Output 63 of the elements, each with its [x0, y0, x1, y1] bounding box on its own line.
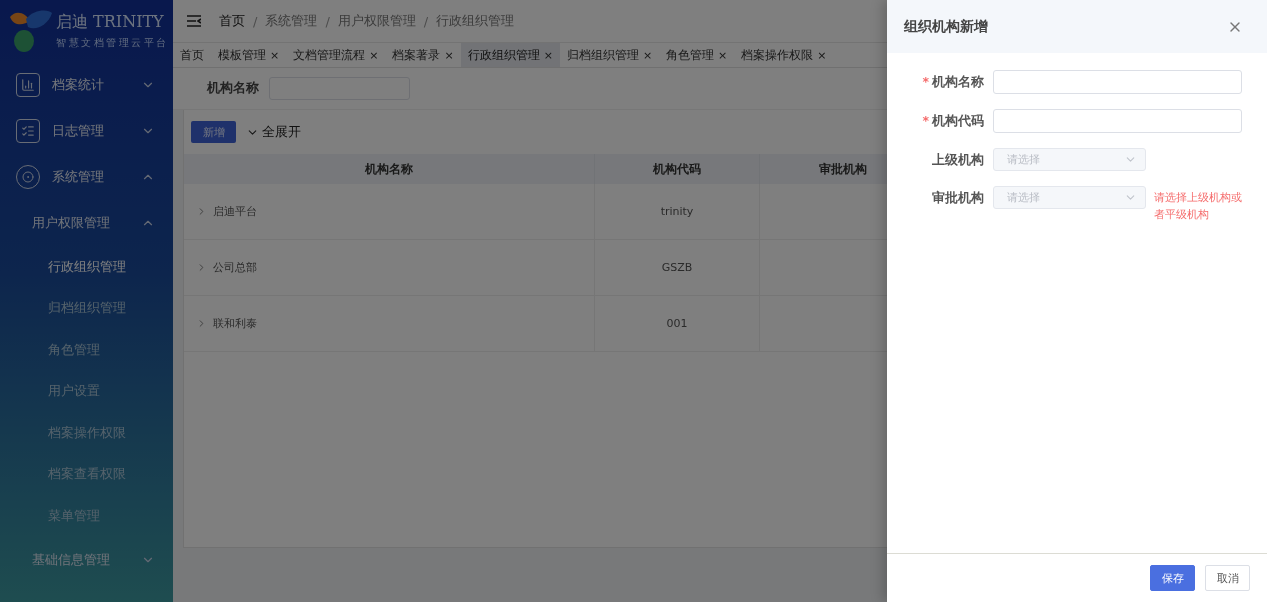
sidebar-item[interactable]: 系统管理	[0, 154, 173, 200]
logo-name: 启迪 TRINITY	[56, 12, 165, 33]
breadcrumb-item[interactable]: 首页	[219, 12, 245, 30]
sidebar-item-label: 档案统计	[52, 76, 104, 94]
filter-label: 机构名称	[207, 80, 259, 97]
tab-label: 文档管理流程	[293, 46, 366, 64]
close-icon[interactable]: ×	[369, 48, 379, 62]
field-label: 审批机构	[931, 189, 985, 207]
list-icon	[16, 119, 40, 143]
column-header: 机构名称	[184, 154, 595, 184]
input-field[interactable]	[993, 109, 1242, 133]
bar-chart-icon	[16, 73, 40, 97]
add-button[interactable]: 新增	[191, 121, 236, 143]
sidebar-item-label: 日志管理	[52, 122, 104, 140]
tab-label: 首页	[180, 46, 204, 64]
input-field[interactable]	[993, 70, 1242, 94]
column-header: 机构代码	[595, 154, 760, 184]
table-cell: trinity	[595, 184, 760, 240]
sidebar-item-label: 用户权限管理	[32, 214, 110, 232]
field-label: 上级机构	[931, 151, 985, 169]
cell-text: 公司总部	[213, 260, 257, 275]
table-cell: 001	[595, 296, 760, 352]
tab-label: 归档组织管理	[566, 46, 639, 64]
close-icon[interactable]: ×	[817, 48, 827, 62]
close-icon[interactable]: ×	[543, 48, 553, 62]
cell-text: 启迪平台	[213, 204, 257, 219]
breadcrumb-separator: /	[423, 13, 429, 29]
tab[interactable]: 行政组织管理 ×	[460, 43, 560, 67]
breadcrumb-item[interactable]: 用户权限管理	[337, 12, 416, 30]
close-icon[interactable]: ×	[642, 48, 653, 62]
sidebar-item-label: 基础信息管理	[32, 550, 110, 569]
breadcrumb-item[interactable]: 系统管理	[265, 12, 318, 30]
breadcrumb-separator: /	[253, 13, 258, 29]
close-icon[interactable]: ×	[270, 48, 280, 62]
sidebar-item[interactable]: 日志管理	[0, 108, 173, 154]
cell-text: 联和利泰	[213, 316, 257, 331]
expand-all-link[interactable]: 全展开	[246, 123, 301, 141]
breadcrumb-item[interactable]: 行政组织管理	[436, 12, 515, 30]
sidebar-item[interactable]: 用户设置	[0, 370, 173, 412]
field-label: * 机构代码	[921, 112, 985, 130]
sidebar-item[interactable]: 用户权限管理	[0, 200, 173, 246]
drawer-title: 组织机构新增	[904, 17, 988, 36]
sidebar-item[interactable]: 基础信息管理	[0, 536, 173, 583]
tab-label: 模板管理	[218, 46, 266, 64]
tab-label: 行政组织管理	[467, 46, 540, 64]
field-label: * 机构名称	[921, 73, 985, 91]
tab-label: 档案操作权限	[741, 46, 814, 64]
sidebar-item[interactable]: 归档组织管理	[0, 287, 173, 329]
tab-label: 档案著录	[392, 46, 441, 64]
sidebar-item[interactable]: 角色管理	[0, 329, 173, 371]
logo-tagline: 智慧文档管理云平台	[56, 36, 169, 50]
cancel-button[interactable]: 取消	[1205, 565, 1250, 591]
tab-label: 角色管理	[666, 46, 715, 64]
save-button[interactable]: 保存	[1150, 565, 1195, 591]
close-icon[interactable]: ×	[444, 48, 454, 62]
sidebar-item[interactable]: 档案统计	[0, 62, 173, 108]
table-cell: GSZB	[595, 240, 760, 296]
error-message: 请选择上级机构或者平级机构	[1154, 190, 1243, 222]
sidebar-item-label: 系统管理	[52, 168, 104, 186]
menu-icon[interactable]	[187, 15, 201, 27]
close-icon[interactable]: ×	[718, 48, 728, 62]
breadcrumb-separator: /	[325, 13, 330, 29]
sidebar-item[interactable]: 行政组织管理	[0, 246, 173, 288]
